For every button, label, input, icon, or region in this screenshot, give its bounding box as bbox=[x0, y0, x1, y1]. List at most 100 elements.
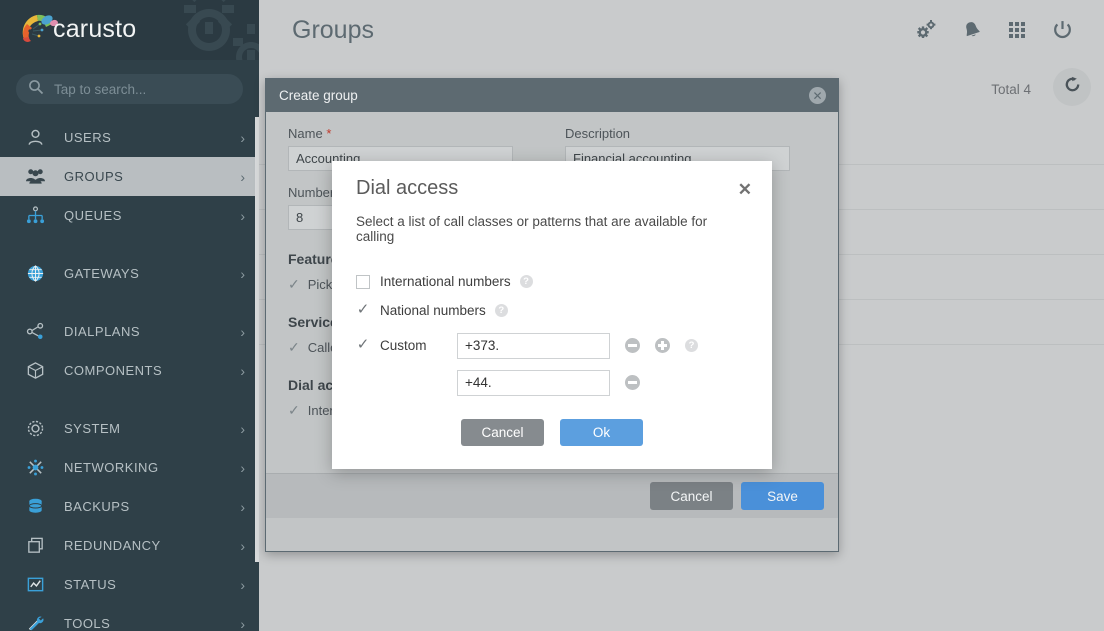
dial-access-modal-header: Dial access ✕ bbox=[332, 161, 772, 200]
create-group-dialog-header: Create group ✕ bbox=[266, 79, 838, 112]
chevron-right-icon: › bbox=[240, 459, 245, 476]
close-circle-icon[interactable]: ✕ bbox=[809, 87, 826, 104]
application-root: carusto USERS › bbox=[0, 0, 1104, 631]
chevron-right-icon: › bbox=[240, 362, 245, 379]
sidebar-item-label: GROUPS bbox=[64, 169, 124, 184]
minus-circle-icon[interactable] bbox=[625, 338, 640, 353]
option-national-numbers: National numbers ? bbox=[356, 296, 748, 325]
sidebar-nav: USERS › GROUPS › QUEUES › GATEWAYS › DIA… bbox=[0, 116, 259, 631]
custom-pattern-input-2[interactable] bbox=[457, 369, 610, 396]
apps-grid-icon[interactable] bbox=[1007, 20, 1027, 40]
top-bar-icons bbox=[915, 19, 1074, 42]
description-label: Description bbox=[565, 126, 631, 141]
sidebar-search bbox=[0, 60, 259, 116]
gears-decoration-icon bbox=[163, 0, 259, 60]
sidebar-item-label: SYSTEM bbox=[64, 421, 121, 436]
national-numbers-checkbox[interactable] bbox=[356, 303, 370, 318]
sidebar-item-label: NETWORKING bbox=[64, 460, 159, 475]
create-group-dialog-title: Create group bbox=[279, 88, 358, 103]
refresh-icon bbox=[1063, 75, 1082, 99]
chevron-right-icon: › bbox=[240, 576, 245, 593]
chevron-right-icon: › bbox=[240, 420, 245, 437]
sidebar-item-tools[interactable]: TOOLS › bbox=[0, 604, 259, 631]
name-label: Name * bbox=[288, 126, 513, 141]
chevron-right-icon: › bbox=[240, 537, 245, 554]
power-icon[interactable] bbox=[1051, 19, 1074, 42]
database-icon bbox=[22, 496, 48, 518]
sidebar-item-dialplans[interactable]: DIALPLANS › bbox=[0, 312, 259, 351]
sidebar-item-status[interactable]: STATUS › bbox=[0, 565, 259, 604]
help-icon[interactable]: ? bbox=[685, 339, 698, 352]
globe-icon bbox=[22, 263, 48, 285]
create-group-save-button[interactable]: Save bbox=[741, 482, 824, 510]
cube-icon bbox=[22, 360, 48, 382]
sidebar-item-label: STATUS bbox=[64, 577, 117, 592]
search-input[interactable] bbox=[44, 81, 243, 97]
name-label-text: Name bbox=[288, 126, 323, 141]
chart-line-icon bbox=[22, 574, 48, 596]
chevron-right-icon: › bbox=[240, 265, 245, 282]
sidebar-item-gateways[interactable]: GATEWAYS › bbox=[0, 254, 259, 293]
bell-icon[interactable] bbox=[961, 19, 983, 41]
check-icon: ✓ bbox=[288, 276, 300, 292]
sidebar-item-label: USERS bbox=[64, 130, 112, 145]
share-nodes-icon bbox=[22, 321, 48, 343]
chevron-right-icon: › bbox=[240, 168, 245, 185]
chevron-right-icon: › bbox=[240, 615, 245, 631]
chevron-right-icon: › bbox=[240, 129, 245, 146]
dial-access-modal-subtitle: Select a list of call classes or pattern… bbox=[356, 214, 708, 244]
sidebar-item-label: REDUNDANCY bbox=[64, 538, 161, 553]
settings-gears-icon[interactable] bbox=[915, 19, 937, 41]
create-group-cancel-button[interactable]: Cancel bbox=[650, 482, 733, 510]
sidebar: carusto USERS › bbox=[0, 0, 259, 631]
page-title: Groups bbox=[292, 15, 374, 44]
help-icon[interactable]: ? bbox=[494, 304, 508, 317]
custom-checkbox[interactable] bbox=[356, 338, 370, 353]
refresh-button[interactable] bbox=[1053, 68, 1091, 106]
plus-circle-icon[interactable] bbox=[655, 338, 670, 353]
dial-access-cancel-button[interactable]: Cancel bbox=[461, 419, 544, 446]
sidebar-item-components[interactable]: COMPONENTS › bbox=[0, 351, 259, 390]
brand-header: carusto bbox=[0, 0, 259, 60]
dial-access-modal-title: Dial access bbox=[356, 177, 459, 199]
check-icon: ✓ bbox=[288, 339, 300, 355]
dial-access-modal: Dial access ✕ Select a list of call clas… bbox=[332, 161, 772, 469]
check-icon: ✓ bbox=[288, 402, 300, 418]
total-count-label: Total 4 bbox=[991, 82, 1031, 97]
top-bar: Groups bbox=[259, 0, 1104, 60]
chevron-right-icon: › bbox=[240, 323, 245, 340]
minus-circle-icon[interactable] bbox=[625, 375, 640, 390]
option-custom-row-2 bbox=[356, 367, 748, 398]
help-icon[interactable]: ? bbox=[519, 275, 533, 288]
sidebar-item-label: TOOLS bbox=[64, 616, 111, 631]
sidebar-item-users[interactable]: USERS › bbox=[0, 118, 259, 157]
dial-access-ok-button[interactable]: Ok bbox=[560, 419, 643, 446]
network-icon bbox=[22, 457, 48, 479]
international-numbers-label: International numbers bbox=[380, 274, 511, 289]
brand-name: carusto bbox=[53, 14, 137, 43]
custom-label: Custom bbox=[380, 338, 427, 353]
search-box[interactable] bbox=[16, 74, 243, 104]
sidebar-item-groups[interactable]: GROUPS › bbox=[0, 157, 259, 196]
carusto-chameleon-logo bbox=[18, 9, 58, 49]
close-x-icon[interactable]: ✕ bbox=[738, 177, 752, 198]
international-numbers-checkbox[interactable] bbox=[356, 274, 370, 289]
sidebar-item-queues[interactable]: QUEUES › bbox=[0, 196, 259, 235]
chevron-right-icon: › bbox=[240, 207, 245, 224]
sidebar-item-system[interactable]: SYSTEM › bbox=[0, 409, 259, 448]
sidebar-item-networking[interactable]: NETWORKING › bbox=[0, 448, 259, 487]
custom-pattern-input-1[interactable] bbox=[457, 332, 610, 359]
sidebar-item-redundancy[interactable]: REDUNDANCY › bbox=[0, 526, 259, 565]
required-asterisk: * bbox=[326, 126, 332, 141]
create-group-dialog-footer: Cancel Save bbox=[266, 473, 838, 518]
sidebar-item-backups[interactable]: BACKUPS › bbox=[0, 487, 259, 526]
brand-logo[interactable]: carusto bbox=[18, 9, 136, 49]
group-icon bbox=[22, 166, 48, 188]
gear-outline-icon bbox=[22, 418, 48, 440]
sidebar-item-label: GATEWAYS bbox=[64, 266, 140, 281]
dial-access-modal-actions: Cancel Ok bbox=[356, 419, 748, 446]
sidebar-item-label: QUEUES bbox=[64, 208, 122, 223]
option-custom-row-1: Custom ? bbox=[356, 330, 748, 361]
